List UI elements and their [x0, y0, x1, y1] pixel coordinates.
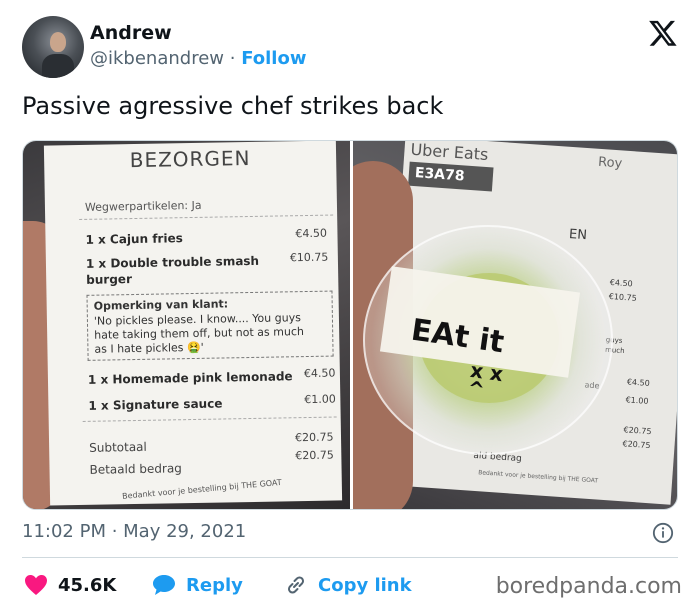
- receipt-price: €4.50: [626, 377, 651, 388]
- receipt-price: €20.75: [623, 425, 652, 437]
- tweet-media[interactable]: BEZORGEN Wegwerpartikelen: Ja 1 x Cajun …: [22, 140, 678, 510]
- receipt-item-price: €4.50: [295, 226, 328, 241]
- photo-cup[interactable]: Uber Eats Roy E3A78 EN €4.50 €10.75 guys…: [353, 141, 677, 509]
- receipt-footer: Bedankt voor je bestelling bij THE GOAT: [477, 469, 599, 485]
- copy-link-button[interactable]: Copy link: [284, 570, 412, 600]
- follow-button[interactable]: Follow: [241, 48, 306, 69]
- link-icon: [287, 576, 305, 594]
- receipt-price: €20.75: [622, 439, 651, 451]
- receipt-price: €10.75: [608, 291, 638, 303]
- receipt-item-price: €10.75: [289, 250, 329, 265]
- receipt-item-name: 1 x Signature sauce: [88, 396, 223, 413]
- receipt-fragment: EN: [568, 226, 588, 244]
- separator-dot: ·: [229, 48, 236, 69]
- receipt-disposables: Wegwerpartikelen: Ja: [84, 198, 202, 214]
- receipt-item-name: 1 x Homemade pink lemonade: [87, 369, 293, 387]
- reply-label: Reply: [186, 574, 243, 596]
- avatar-face: [50, 32, 66, 52]
- order-code: E3A78: [408, 161, 494, 192]
- receipt: BEZORGEN Wegwerpartikelen: Ja 1 x Cajun …: [43, 141, 343, 506]
- subtotal-label: Subtotaal: [89, 439, 147, 455]
- author-handle[interactable]: @ikbenandrew: [90, 48, 224, 69]
- note-title: Opmerking van klant:: [93, 297, 229, 313]
- customer-name: Roy: [597, 154, 623, 172]
- uber-eats-brand: Uber Eats: [409, 141, 489, 165]
- like-count: 45.6K: [58, 574, 117, 596]
- receipt-item-price: €1.00: [304, 392, 336, 407]
- subtotal-value: €20.75: [294, 430, 334, 445]
- sauce-cup: EAt it x x ^: [363, 225, 613, 455]
- copy-link-label: Copy link: [318, 574, 412, 596]
- receipt-divider: [82, 416, 337, 422]
- note-line: as I hate pickles 🤮': [94, 340, 204, 356]
- receipt-footer: Bedankt voor je bestelling bij THE GOAT: [121, 477, 283, 501]
- receipt-item-price: €4.50: [303, 366, 336, 381]
- customer-note: Opmerking van klant: 'No pickles please.…: [86, 290, 334, 361]
- receipt-item-name: 1 x Cajun fries: [85, 231, 183, 247]
- receipt-header: BEZORGEN: [129, 145, 251, 173]
- photo-receipt[interactable]: BEZORGEN Wegwerpartikelen: Ja 1 x Cajun …: [23, 141, 350, 509]
- avatar[interactable]: [22, 16, 84, 78]
- x-logo-icon[interactable]: [648, 18, 678, 48]
- tweet-text: Passive agressive chef strikes back: [22, 92, 444, 120]
- tweet-header: Andrew @ikbenandrew · Follow: [22, 14, 682, 78]
- receipt-price: €1.00: [625, 395, 649, 406]
- author-name[interactable]: Andrew: [90, 22, 172, 44]
- divider: [22, 557, 678, 558]
- author-handle-row: @ikbenandrew · Follow: [90, 48, 306, 69]
- receipt-price: €4.50: [609, 277, 633, 289]
- like-button[interactable]: 45.6K: [24, 570, 116, 600]
- receipt-divider: [79, 214, 334, 220]
- sad-face-drawing: x x ^: [466, 357, 505, 402]
- paid-label: Betaald bedrag: [89, 461, 182, 477]
- info-icon[interactable]: [652, 522, 674, 544]
- tweet-timestamp[interactable]: 11:02 PM · May 29, 2021: [22, 521, 246, 542]
- reply-bubble-icon: [153, 575, 175, 595]
- avatar-body: [42, 54, 74, 78]
- note-line: hate taking them off, but not as much: [94, 325, 305, 342]
- watermark: boredpanda.com: [495, 574, 682, 599]
- receipt-item-name-cont: burger: [86, 272, 133, 287]
- heart-icon: [25, 575, 47, 595]
- reply-button[interactable]: Reply: [152, 570, 243, 600]
- receipt-item-name: 1 x Double trouble smash: [85, 253, 260, 271]
- paid-value: €20.75: [295, 448, 334, 463]
